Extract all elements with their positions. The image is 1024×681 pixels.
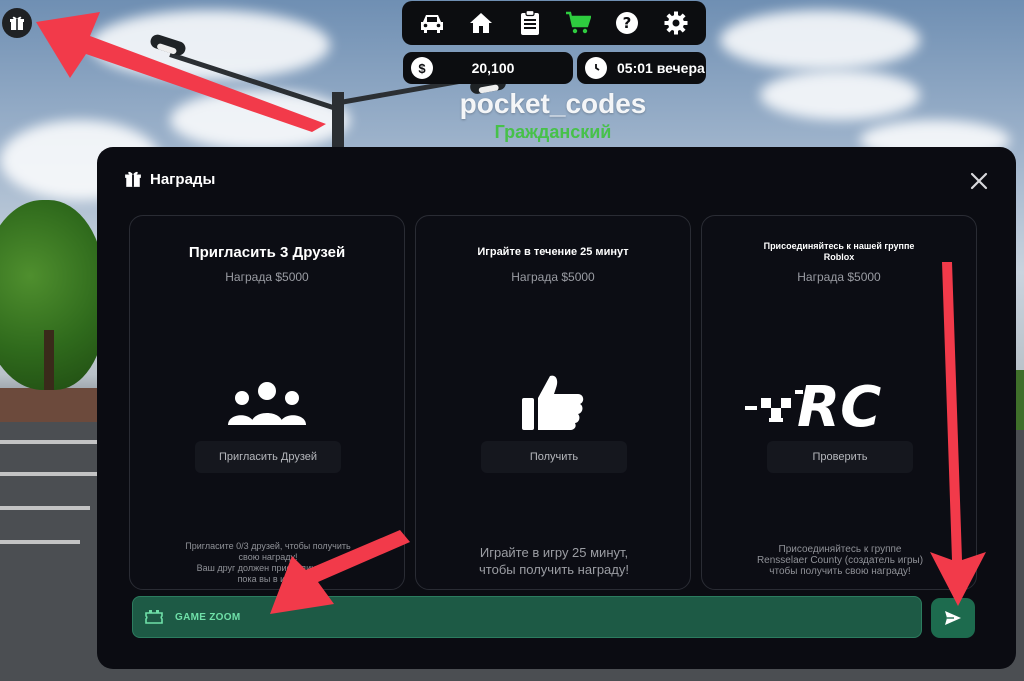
dollar-icon: $ [411, 57, 433, 79]
card-title: Присоединяйтесь к нашей группе Roblox [763, 241, 915, 262]
player-username: pocket_codes [459, 88, 647, 119]
svg-text:?: ? [623, 14, 632, 32]
gear-icon[interactable] [660, 7, 692, 39]
reward-card-playtime: Играйте в течение 25 минут Награда $5000… [415, 215, 691, 590]
code-input[interactable] [173, 610, 877, 624]
gift-icon [10, 16, 24, 30]
car-icon[interactable] [416, 7, 448, 39]
code-input-field[interactable] [132, 596, 922, 638]
users-group-icon [130, 381, 404, 427]
time-display: 05:01 вечера [577, 52, 706, 84]
card-title: Играйте в течение 25 минут [477, 246, 629, 258]
card-reward: Награда $5000 [797, 270, 881, 284]
shop-cart-icon[interactable] [562, 7, 594, 39]
reward-card-invite: Пригласить 3 Друзей Награда $5000 Пригла… [129, 215, 405, 590]
check-button[interactable]: Проверить [767, 441, 913, 473]
money-amount: 20,100 [471, 60, 515, 76]
money-display: $ 20,100 [403, 52, 573, 84]
card-description: Играйте в игру 25 минут, чтобы получить … [479, 545, 629, 577]
invite-friends-button[interactable]: Пригласить Друзей [195, 441, 341, 473]
time-text: 05:01 вечера [617, 60, 705, 76]
gift-icon [125, 171, 141, 187]
home-icon[interactable] [465, 7, 497, 39]
ticket-icon [145, 607, 165, 627]
card-reward: Награда $5000 [225, 270, 309, 284]
player-role: Гражданский [494, 122, 612, 142]
rc-logo: RC [702, 376, 976, 432]
close-icon [970, 172, 988, 190]
thumbs-up-icon [416, 372, 690, 434]
card-title: Пригласить 3 Друзей [188, 244, 346, 261]
rewards-gift-button[interactable] [2, 8, 32, 38]
card-reward: Награда $5000 [511, 270, 595, 284]
card-description: Пригласите 0/3 друзей, чтобы получить св… [185, 541, 351, 584]
reward-card-group: Присоединяйтесь к нашей группе Roblox На… [701, 215, 977, 590]
send-icon [945, 611, 961, 625]
rewards-title: Награды [150, 170, 216, 188]
claim-button[interactable]: Получить [481, 441, 627, 473]
clipboard-icon[interactable] [514, 7, 546, 39]
card-description: Присоединяйтесь к группе Rensselaer Coun… [756, 544, 924, 577]
send-code-button[interactable] [931, 598, 975, 638]
help-icon[interactable]: ? [611, 7, 643, 39]
rewards-header: Награды [124, 170, 215, 188]
clock-icon [585, 57, 607, 79]
close-button[interactable] [966, 168, 992, 194]
top-menu-bar: ? [402, 1, 706, 45]
svg-text:RC: RC [797, 376, 881, 432]
